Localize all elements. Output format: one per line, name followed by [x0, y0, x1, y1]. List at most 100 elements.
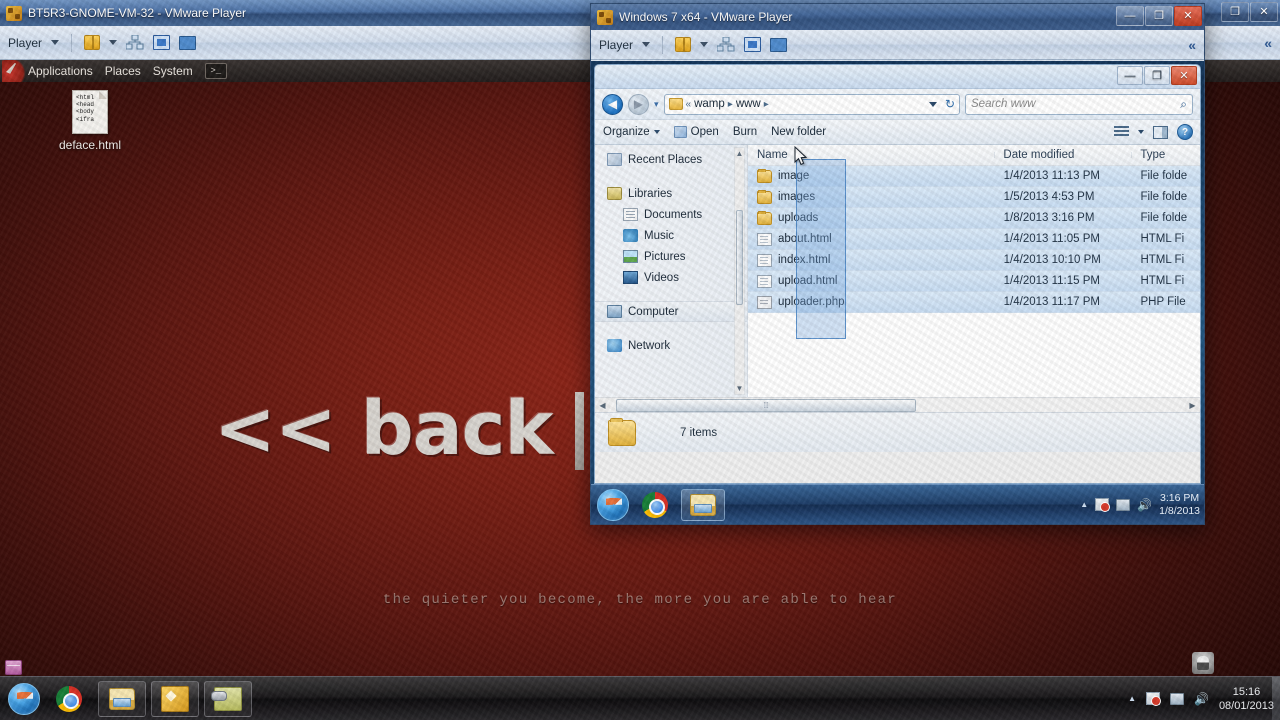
taskbar-chrome-button[interactable] — [633, 489, 677, 521]
change-view-icon[interactable] — [1114, 126, 1129, 138]
open-button[interactable]: Open — [673, 126, 719, 138]
fullscreen-icon[interactable] — [744, 37, 762, 52]
nav-item-pictures[interactable]: Pictures — [595, 246, 747, 267]
guest-clock-date: 1/8/2013 — [1159, 504, 1200, 517]
explorer-body: Recent Places Libraries Documents Music … — [595, 145, 1200, 397]
breadcrumb-item-www[interactable]: www — [736, 98, 761, 110]
preview-pane-icon[interactable] — [1153, 125, 1168, 139]
host-volume-icon[interactable]: 🔊 — [1194, 692, 1209, 706]
network-adapter-icon[interactable] — [126, 35, 144, 50]
guest-clock[interactable]: 3:16 PM 1/8/2013 — [1159, 492, 1200, 518]
nav-item-music[interactable]: Music — [595, 225, 747, 246]
pause-icon[interactable] — [84, 35, 101, 50]
network-adapter-icon[interactable] — [717, 37, 735, 52]
show-desktop-button[interactable] — [1272, 677, 1280, 720]
unity-mode-icon[interactable] — [179, 35, 197, 50]
pause-icon[interactable] — [675, 37, 692, 52]
scroll-right-icon[interactable]: ▶ — [1185, 401, 1200, 410]
collapse-toolbar-button[interactable]: « — [1264, 35, 1272, 51]
outer-player-menu[interactable]: Player — [8, 36, 42, 50]
breadcrumb-separator-icon[interactable]: ▸ — [764, 99, 769, 110]
unity-mode-icon[interactable] — [770, 37, 788, 52]
host-network-tray-icon[interactable] — [1169, 692, 1184, 705]
recent-pages-dropdown-icon[interactable]: ▾ — [654, 99, 659, 110]
horizontal-scrollbar[interactable]: ▼ ◀ ⁞⁞ ▶ — [595, 397, 1200, 412]
explorer-close-button[interactable]: ✕ — [1171, 66, 1197, 85]
host-taskbar-chrome-button[interactable] — [45, 681, 93, 717]
nav-item-libraries[interactable]: Libraries — [595, 183, 747, 204]
host-taskbar-tool-button[interactable] — [204, 680, 252, 717]
organize-label: Organize — [603, 126, 650, 138]
host-clock[interactable]: 15:16 08/01/2013 — [1219, 685, 1274, 713]
breadcrumb[interactable]: « wamp ▸ www ▸ ↻ — [663, 93, 960, 115]
organize-button[interactable]: Organize — [603, 126, 660, 138]
column-header-date-modified[interactable]: Date modified — [994, 149, 1131, 161]
chevron-down-icon[interactable] — [642, 42, 651, 47]
scroll-up-icon[interactable]: ▲ — [735, 149, 744, 158]
inner-vmware-titlebar[interactable]: Windows 7 x64 - VMware Player — ❐ ✕ — [591, 4, 1204, 30]
scroll-down-icon[interactable]: ▼ — [735, 384, 744, 393]
scrollbar-thumb[interactable]: ⁞⁞ — [616, 398, 916, 412]
outer-close-button[interactable]: ✕ — [1250, 2, 1278, 22]
chevron-down-icon[interactable] — [109, 40, 118, 45]
column-header-type[interactable]: Type — [1131, 149, 1200, 161]
nav-item-recent-places[interactable]: Recent Places — [595, 149, 747, 170]
inner-close-button[interactable]: ✕ — [1174, 6, 1202, 26]
inner-minimize-button[interactable]: — — [1116, 6, 1144, 26]
scrollbar-track[interactable]: ⁞⁞ — [610, 398, 1185, 412]
chevron-down-icon[interactable] — [51, 40, 60, 45]
toolbar-divider — [71, 33, 73, 52]
explorer-restore-button[interactable]: ❐ — [1144, 66, 1170, 85]
gnome-menu-applications[interactable]: Applications — [28, 64, 93, 78]
burn-button[interactable]: Burn — [733, 126, 757, 138]
outer-restore-button[interactable]: ❐ — [1221, 2, 1249, 22]
volume-icon[interactable]: 🔊 — [1137, 498, 1152, 512]
action-center-icon[interactable] — [1095, 498, 1111, 512]
forward-button[interactable]: ▶ — [628, 93, 649, 115]
taskbar-explorer-button[interactable] — [681, 488, 725, 521]
preview-line: <html — [76, 94, 95, 101]
new-folder-button[interactable]: New folder — [771, 126, 826, 138]
breadcrumb-separator-icon[interactable]: ▸ — [728, 99, 733, 110]
host-action-center-icon[interactable] — [1145, 692, 1161, 706]
gnome-tray-icon[interactable] — [5, 660, 22, 675]
gnome-menu-system[interactable]: System — [153, 64, 193, 78]
host-start-button[interactable] — [8, 682, 40, 715]
terminal-launcher-icon[interactable]: >_ — [204, 63, 227, 79]
chevron-down-icon[interactable] — [1138, 130, 1144, 134]
address-bar-row: ◀ ▶ ▾ « wamp ▸ www ▸ ↻ Search www ⌕ — [595, 89, 1200, 119]
collapse-toolbar-button[interactable]: « — [1188, 37, 1196, 53]
nav-item-computer[interactable]: Computer — [595, 301, 747, 322]
file-list[interactable]: Name Date modified Type image 1/4/2013 1… — [748, 145, 1200, 397]
breadcrumb-item-wamp[interactable]: wamp — [694, 98, 725, 110]
explorer-titlebar[interactable]: — ❐ ✕ — [595, 65, 1200, 89]
host-taskbar-explorer-button[interactable] — [98, 680, 146, 717]
explorer-minimize-button[interactable]: — — [1117, 66, 1143, 85]
chevron-down-icon[interactable] — [700, 42, 709, 47]
nav-item-network[interactable]: Network — [595, 335, 747, 356]
nav-item-label: Videos — [644, 271, 679, 284]
inner-restore-button[interactable]: ❐ — [1145, 6, 1173, 26]
gnome-menu-places[interactable]: Places — [105, 64, 141, 78]
scroll-left-icon[interactable]: ◀ — [595, 401, 610, 410]
refresh-icon[interactable]: ↻ — [945, 97, 955, 111]
inner-vmware-window: Windows 7 x64 - VMware Player — ❐ ✕ Play… — [590, 3, 1205, 525]
show-hidden-icons-button[interactable]: ▲ — [1080, 500, 1088, 509]
column-header-name[interactable]: Name — [748, 149, 994, 161]
nav-item-documents[interactable]: Documents — [595, 204, 747, 225]
nav-item-videos[interactable]: Videos — [595, 267, 747, 288]
network-tray-icon[interactable] — [1116, 498, 1131, 511]
scrollbar-thumb[interactable] — [736, 210, 743, 305]
breadcrumb-prefix[interactable]: « — [686, 99, 692, 110]
start-button[interactable] — [597, 488, 629, 521]
desktop-icon-deface-html[interactable]: <html <head <body <ifra deface.html — [48, 90, 132, 152]
navigation-pane-scrollbar[interactable]: ▲ ▼ — [734, 147, 745, 395]
host-taskbar-vmware-button[interactable] — [151, 680, 199, 717]
back-button[interactable]: ◀ — [602, 93, 623, 115]
host-show-hidden-icons-button[interactable]: ▲ — [1128, 694, 1136, 703]
breadcrumb-history-dropdown-icon[interactable] — [929, 101, 937, 107]
help-button[interactable]: ? — [1177, 124, 1193, 140]
search-input[interactable]: Search www ⌕ — [965, 93, 1193, 115]
fullscreen-icon[interactable] — [153, 35, 171, 50]
inner-player-menu[interactable]: Player — [599, 38, 633, 52]
